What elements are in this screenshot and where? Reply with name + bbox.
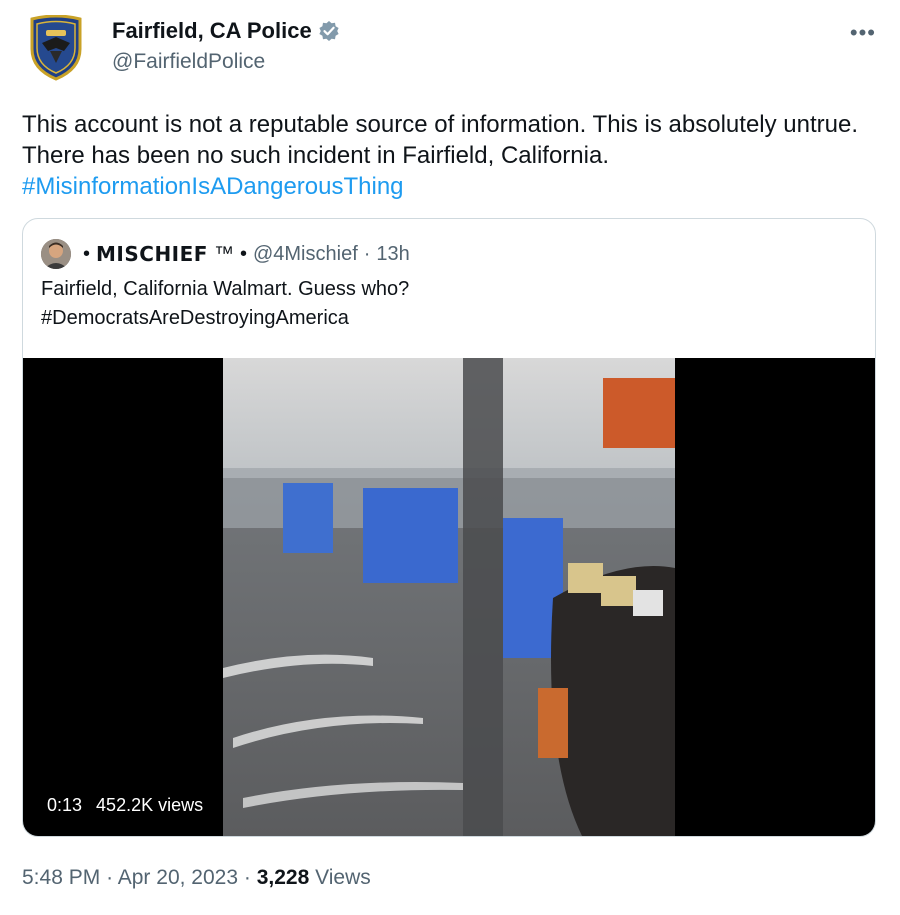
- view-label: Views: [315, 866, 371, 889]
- meta-dot-2: ·: [243, 866, 251, 889]
- more-options-icon[interactable]: •••: [850, 20, 876, 46]
- video-player[interactable]: 0:13 452.2K views: [23, 358, 875, 836]
- quoted-text-line1: Fairfield, California Walmart. Guess who…: [41, 278, 410, 300]
- quoted-timestamp[interactable]: 13h: [376, 243, 409, 266]
- quoted-tweet[interactable]: • MISCHIEF ™ • @4Mischief · 13h Fairfiel…: [22, 218, 876, 837]
- quoted-tweet-header: • MISCHIEF ™ • @4Mischief · 13h: [41, 239, 410, 269]
- author-name[interactable]: Fairfield, CA Police: [112, 18, 340, 44]
- video-frame: [223, 358, 675, 836]
- tweet-body: This account is not a reputable source o…: [22, 111, 859, 169]
- quoted-tweet-text: Fairfield, California Walmart. Guess who…: [41, 275, 409, 333]
- view-count: 3,228: [256, 866, 310, 889]
- meta-dot-1: ·: [106, 866, 114, 889]
- quoted-name-prefix: •: [83, 242, 91, 265]
- police-badge-icon: [30, 15, 82, 81]
- quoted-text-line2: #DemocratsAreDestroyingAmerica: [41, 307, 349, 329]
- hashtag-link[interactable]: #MisinformationIsADangerousThing: [22, 173, 404, 200]
- video-duration: 0:13: [47, 794, 83, 815]
- quoted-author-handle[interactable]: @4Mischief: [253, 243, 358, 266]
- tweet-date[interactable]: Apr 20, 2023: [118, 866, 238, 889]
- tweet-time[interactable]: 5:48 PM: [22, 866, 100, 889]
- quoted-author-avatar[interactable]: [41, 239, 71, 269]
- quoted-name-separator: •: [239, 242, 247, 265]
- video-views: 452.2K views: [96, 794, 204, 815]
- tweet-text: This account is not a reputable source o…: [22, 109, 882, 202]
- quoted-author-name[interactable]: MISCHIEF: [96, 242, 208, 266]
- quoted-name-tm: ™: [213, 242, 234, 265]
- author-avatar[interactable]: [22, 14, 90, 82]
- person-avatar-icon: [41, 239, 71, 269]
- author-name-text[interactable]: Fairfield, CA Police: [112, 18, 312, 44]
- author-handle[interactable]: @FairfieldPolice: [112, 50, 265, 74]
- tweet-meta: 5:48 PM · Apr 20, 2023 · 3,228 Views: [22, 866, 371, 890]
- verified-badge-icon: [319, 21, 339, 41]
- video-stats-badge: 0:13 452.2K views: [39, 790, 212, 820]
- quoted-dot: ·: [363, 242, 371, 265]
